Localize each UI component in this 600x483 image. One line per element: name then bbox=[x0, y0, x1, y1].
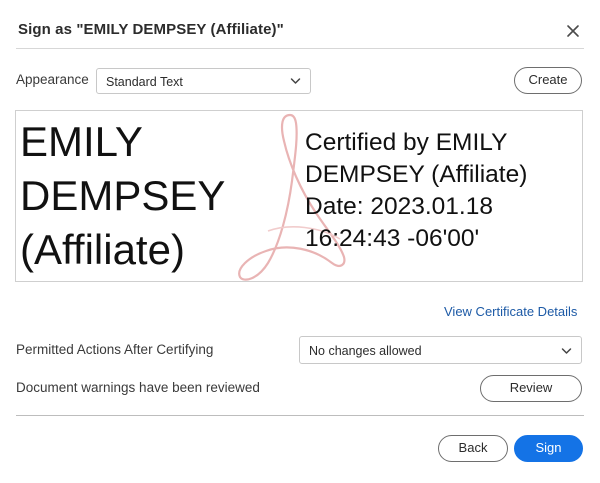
create-button[interactable]: Create bbox=[514, 67, 582, 94]
appearance-select-value: Standard Text bbox=[106, 75, 183, 89]
permitted-actions-select-value: No changes allowed bbox=[309, 344, 422, 358]
certification-line: Certified by EMILY bbox=[305, 129, 508, 156]
review-button[interactable]: Review bbox=[480, 375, 582, 402]
certification-line: 16:24:43 -06'00' bbox=[305, 225, 480, 252]
dialog-title: Sign as "EMILY DEMPSEY (Affiliate)" bbox=[18, 21, 284, 38]
close-icon[interactable] bbox=[564, 22, 582, 40]
certification-line: DEMPSEY (Affiliate) bbox=[305, 161, 528, 188]
appearance-label: Appearance bbox=[16, 72, 89, 87]
signer-name-block: EMILY DEMPSEY (Affiliate) bbox=[20, 115, 290, 277]
chevron-down-icon bbox=[561, 348, 572, 354]
document-warnings-label: Document warnings have been reviewed bbox=[16, 380, 260, 395]
permitted-actions-label: Permitted Actions After Certifying bbox=[16, 342, 214, 357]
header-divider bbox=[16, 48, 584, 49]
certification-text-block: Certified by EMILY DEMPSEY (Affiliate) D… bbox=[305, 127, 582, 255]
footer-divider bbox=[16, 415, 584, 416]
sign-dialog: Sign as "EMILY DEMPSEY (Affiliate)" Appe… bbox=[0, 0, 600, 483]
back-button[interactable]: Back bbox=[438, 435, 508, 462]
permitted-actions-select[interactable]: No changes allowed bbox=[299, 336, 582, 364]
signature-preview: EMILY DEMPSEY (Affiliate) Certified by E… bbox=[15, 110, 583, 282]
signer-name-line: EMILY bbox=[20, 118, 143, 165]
signer-name-line: DEMPSEY bbox=[20, 172, 226, 219]
certification-line: Date: 2023.01.18 bbox=[305, 193, 493, 220]
chevron-down-icon bbox=[290, 78, 301, 84]
view-certificate-details-link[interactable]: View Certificate Details bbox=[444, 304, 577, 319]
sign-button[interactable]: Sign bbox=[514, 435, 583, 462]
signer-name-line: (Affiliate) bbox=[20, 226, 185, 273]
appearance-select[interactable]: Standard Text bbox=[96, 68, 311, 94]
